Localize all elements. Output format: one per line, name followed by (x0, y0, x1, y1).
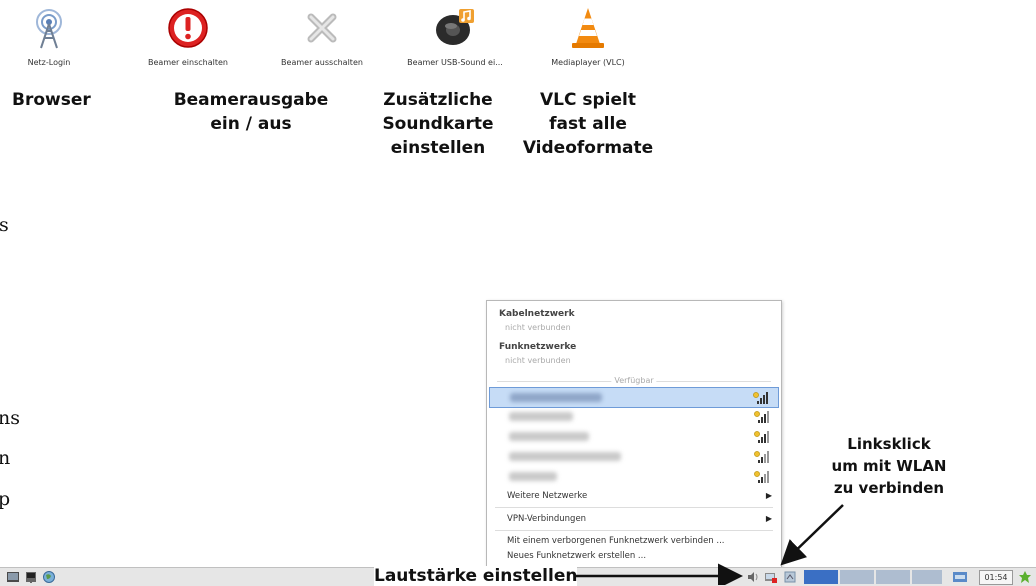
wlan-arrow (780, 504, 844, 566)
annotation-arrows (575, 504, 844, 585)
